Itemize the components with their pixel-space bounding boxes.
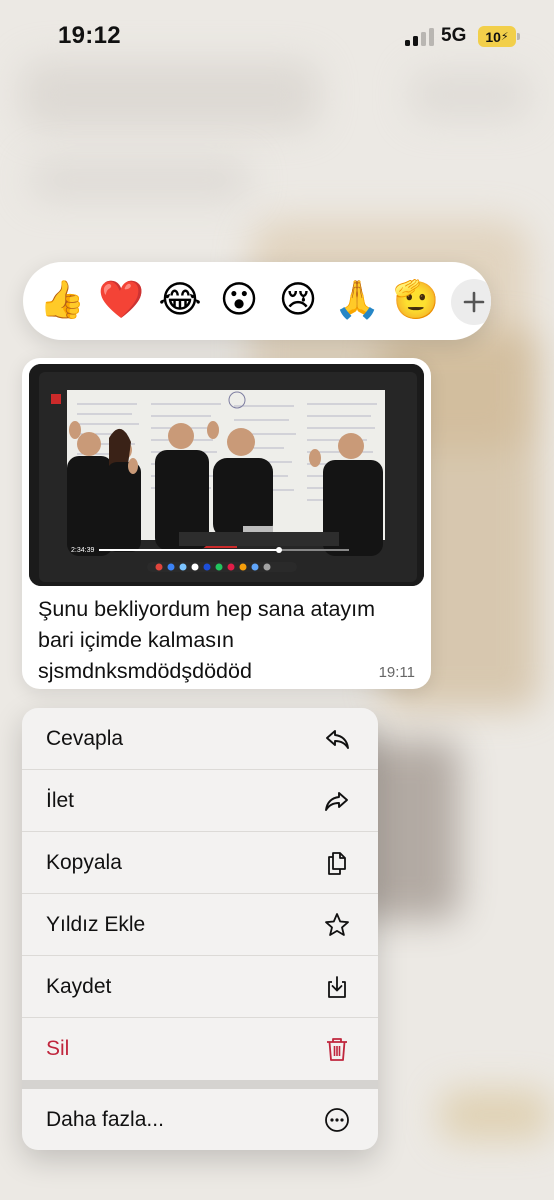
reaction-heart[interactable]: ❤️ [98, 278, 144, 322]
message-text-line: sjsmdnksmdödşdödöd [38, 659, 252, 683]
forward-icon [325, 792, 348, 811]
message-context-menu: Cevapla İlet Kopyala Yıldız Ekle Kaydet … [22, 708, 378, 1150]
reaction-more-emoji[interactable]: 🫡 [393, 278, 439, 322]
video-timestamp: 2:34:39 [71, 547, 94, 554]
cellular-signal-icon [405, 28, 434, 46]
menu-item-save[interactable]: Kaydet [22, 956, 378, 1018]
star-icon [325, 913, 349, 936]
menu-item-label: Sil [46, 1037, 70, 1060]
menu-item-star[interactable]: Yıldız Ekle [22, 894, 378, 956]
reaction-laughing[interactable]: 😂 [157, 278, 203, 322]
reaction-surprised[interactable]: 😮 [216, 278, 262, 322]
message-text-line: bari içimde kalmasın [38, 628, 234, 652]
menu-item-delete[interactable]: Sil [22, 1018, 378, 1080]
menu-item-copy[interactable]: Kopyala [22, 832, 378, 894]
reply-icon [326, 730, 349, 749]
menu-separator [22, 1080, 378, 1089]
message-bubble[interactable]: 2:34:39 Şunu bekliyordum hep sana atayım [22, 358, 431, 689]
add-reaction-button[interactable] [451, 279, 491, 325]
menu-item-more[interactable]: Daha fazla... [22, 1089, 378, 1150]
battery-icon: 10 ⚡ [478, 26, 520, 47]
reaction-thumbs-up[interactable]: 👍 [39, 278, 85, 322]
reaction-bar: 👍 ❤️ 😂 😮 😢 🙏 🫡 [23, 262, 491, 340]
reaction-crying[interactable]: 😢 [275, 278, 321, 322]
menu-item-label: Daha fazla... [46, 1108, 164, 1131]
status-time: 19:12 [58, 22, 121, 49]
status-bar: 19:12 5G 10 ⚡ [0, 0, 554, 72]
trash-icon [327, 1038, 347, 1061]
menu-item-label: Kaydet [46, 975, 112, 998]
reaction-pray[interactable]: 🙏 [334, 278, 380, 322]
message-image[interactable]: 2:34:39 [29, 364, 424, 586]
menu-item-reply[interactable]: Cevapla [22, 708, 378, 770]
message-text-line: Şunu bekliyordum hep sana atayım [38, 597, 376, 621]
menu-item-label: Yıldız Ekle [46, 913, 146, 936]
menu-item-label: Cevapla [46, 727, 124, 750]
copy-icon [328, 852, 346, 875]
more-icon [325, 1108, 349, 1132]
menu-item-forward[interactable]: İlet [22, 770, 378, 832]
menu-item-label: İlet [46, 789, 75, 812]
message-timestamp: 19:11 [378, 664, 415, 681]
plus-icon [463, 291, 485, 313]
network-type: 5G [441, 25, 467, 46]
photo-content: 2:34:39 [29, 364, 424, 586]
menu-item-label: Kopyala [46, 851, 122, 874]
message-text: Şunu bekliyordum hep sana atayım bari iç… [38, 594, 418, 687]
battery-level: 10 [485, 28, 501, 45]
save-icon [328, 976, 346, 998]
